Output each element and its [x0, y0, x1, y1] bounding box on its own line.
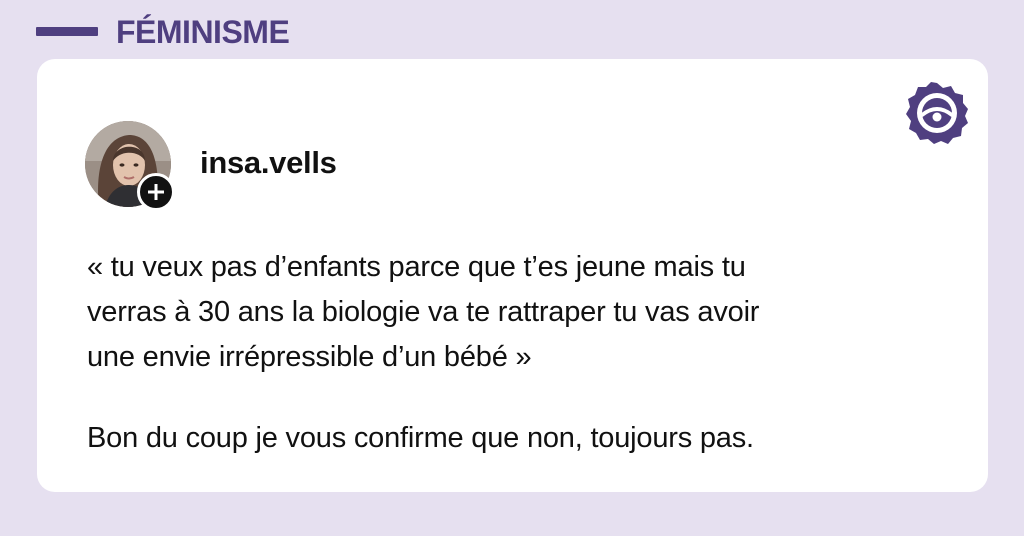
plus-icon [148, 184, 164, 200]
post-card: insa.vells « tu veux pas d’enfants parce… [37, 59, 988, 492]
follow-button[interactable] [137, 173, 175, 211]
author-avatar-wrap[interactable] [85, 121, 175, 211]
category-label: FÉMINISME [116, 14, 290, 50]
post-quote-text: « tu veux pas d’enfants parce que t’es j… [87, 251, 760, 373]
eye-badge-icon [905, 81, 969, 145]
category-accent-bar [36, 27, 98, 36]
post-reply-text: Bon du coup je vous confirme que non, to… [87, 422, 754, 454]
author-username[interactable]: insa.vells [200, 145, 337, 181]
